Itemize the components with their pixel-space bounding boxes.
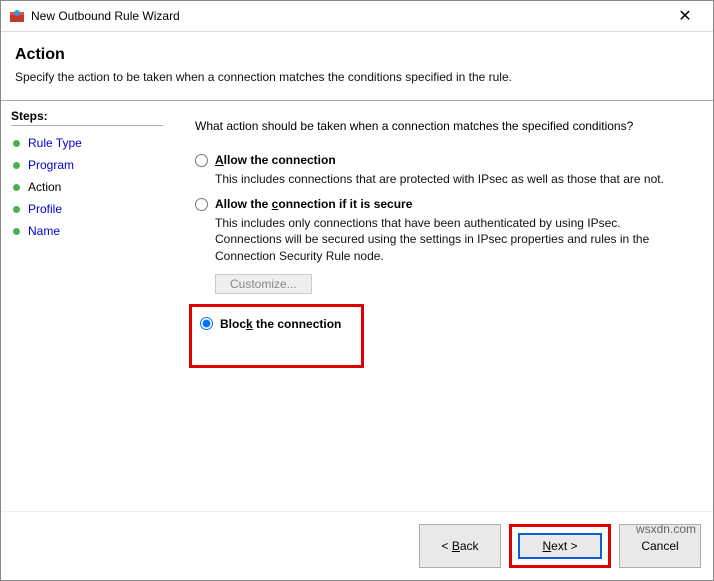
radio-allow[interactable] (195, 154, 208, 167)
option-allow-hint: This includes connections that are prote… (215, 171, 675, 187)
page-description: Specify the action to be taken when a co… (15, 70, 699, 84)
footer: < Back Next > Cancel (1, 511, 713, 580)
sidebar-item-program[interactable]: Program (11, 154, 163, 176)
close-icon[interactable]: ✕ (665, 6, 705, 26)
wizard-window: New Outbound Rule Wizard ✕ Action Specif… (0, 0, 714, 581)
question-text: What action should be taken when a conne… (195, 119, 691, 133)
option-label: Allow the connection (215, 153, 336, 167)
sidebar-item-label: Profile (28, 202, 62, 216)
sidebar-item-label: Name (28, 224, 60, 238)
sidebar-item-action[interactable]: Action (11, 176, 163, 198)
sidebar: Steps: Rule Type Program Action Profile … (1, 101, 173, 511)
bullet-icon (13, 162, 20, 169)
steps-label: Steps: (11, 109, 163, 126)
highlight-block: Block the connection (189, 304, 364, 368)
header: Action Specify the action to be taken wh… (1, 32, 713, 92)
bullet-icon (13, 206, 20, 213)
option-block[interactable]: Block the connection (200, 317, 353, 331)
main-panel: What action should be taken when a conne… (173, 101, 713, 511)
option-label: Block the connection (220, 317, 341, 331)
customize-button: Customize... (215, 274, 312, 294)
back-button[interactable]: < Back (419, 524, 501, 568)
firewall-icon (9, 8, 25, 24)
sidebar-item-label: Program (28, 158, 74, 172)
window-title: New Outbound Rule Wizard (31, 9, 665, 23)
bullet-icon (13, 140, 20, 147)
bullet-icon (13, 184, 20, 191)
sidebar-item-label: Action (28, 180, 61, 194)
titlebar: New Outbound Rule Wizard ✕ (1, 1, 713, 32)
option-allow[interactable]: Allow the connection (195, 153, 691, 167)
highlight-next: Next > (509, 524, 611, 568)
watermark: wsxdn.com (636, 522, 696, 536)
sidebar-item-label: Rule Type (28, 136, 82, 150)
bullet-icon (13, 228, 20, 235)
next-button[interactable]: Next > (519, 534, 601, 558)
radio-block[interactable] (200, 317, 213, 330)
radio-allow-secure[interactable] (195, 198, 208, 211)
sidebar-item-rule-type[interactable]: Rule Type (11, 132, 163, 154)
option-allow-secure[interactable]: Allow the connection if it is secure (195, 197, 691, 211)
sidebar-item-profile[interactable]: Profile (11, 198, 163, 220)
option-allow-secure-hint: This includes only connections that have… (215, 215, 675, 264)
sidebar-item-name[interactable]: Name (11, 220, 163, 242)
option-label: Allow the connection if it is secure (215, 197, 412, 211)
body: Steps: Rule Type Program Action Profile … (1, 101, 713, 511)
page-heading: Action (15, 46, 699, 64)
